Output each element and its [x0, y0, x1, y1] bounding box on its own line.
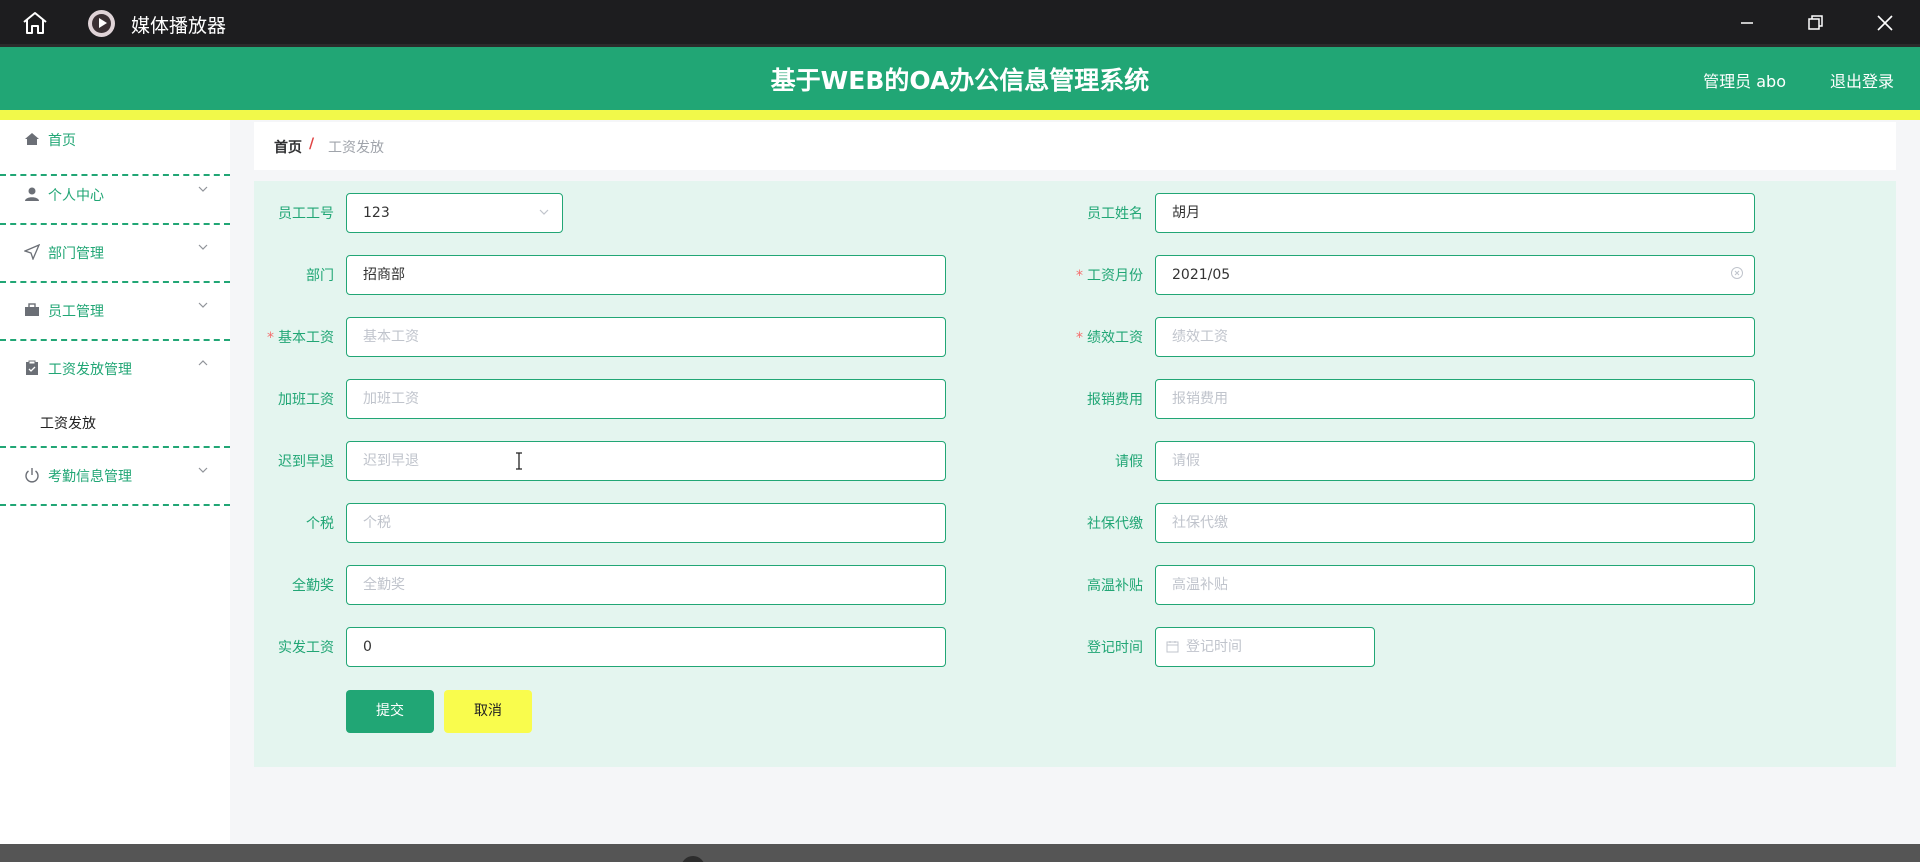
base-salary-field[interactable]: 基本工资	[346, 317, 946, 357]
overtime-pay-field[interactable]: 加班工资	[346, 379, 946, 419]
chevron-up-icon	[198, 360, 208, 366]
leave-label: 请假	[1115, 454, 1143, 470]
close-icon[interactable]	[1870, 10, 1900, 36]
employee-name-field[interactable]: 胡月	[1155, 193, 1755, 233]
sidebar-item-label: 个人中心	[48, 188, 104, 204]
text-cursor-icon	[516, 452, 522, 470]
system-title: 基于WEB的OA办公信息管理系统	[770, 66, 1150, 95]
submit-button[interactable]: 提交	[346, 690, 434, 733]
chevron-down-icon	[198, 467, 208, 473]
income-tax-label: 个税	[306, 516, 334, 532]
minimize-icon[interactable]	[1732, 10, 1762, 36]
reimbursement-field[interactable]: 报销费用	[1155, 379, 1755, 419]
heat-subsidy-field[interactable]: 高温补贴	[1155, 565, 1755, 605]
late-early-field[interactable]: 迟到早退	[346, 441, 946, 481]
calendar-icon	[1166, 641, 1179, 653]
department-field[interactable]: 招商部	[346, 255, 946, 295]
employee-name-label: 员工姓名	[1087, 206, 1143, 222]
sidebar-subitem-salary-distribution[interactable]: 工资发放	[40, 413, 96, 433]
player-bottom-bar	[0, 844, 1920, 862]
chevron-down-icon	[198, 186, 208, 192]
sidebar-item-label: 工资发放管理	[48, 362, 132, 378]
media-player-icon	[88, 10, 115, 37]
salary-month-label: * 工资月份	[1076, 268, 1143, 284]
seek-handle[interactable]	[681, 856, 705, 862]
heat-subsidy-label: 高温补贴	[1087, 578, 1143, 594]
app-title: 媒体播放器	[131, 15, 227, 37]
sidebar-item-label: 首页	[48, 133, 76, 149]
income-tax-field[interactable]: 个税	[346, 503, 946, 543]
sidebar-item-label: 考勤信息管理	[48, 469, 132, 485]
employee-id-label: 员工工号	[278, 206, 334, 222]
restore-icon[interactable]	[1800, 10, 1830, 36]
user-icon	[25, 187, 39, 201]
department-label: 部门	[306, 268, 334, 284]
clipboard-icon	[26, 360, 38, 375]
social-security-label: 社保代缴	[1087, 516, 1143, 532]
sidebar: 首页 个人中心 部门管理 员工管理 工资发放管理 工资发放 考勤信息管理	[0, 120, 230, 844]
header-accent-bar	[0, 110, 1920, 120]
sidebar-item-employee[interactable]: 员工管理	[0, 283, 230, 341]
chevron-down-icon	[198, 302, 208, 308]
send-icon	[24, 244, 40, 260]
sidebar-item-department[interactable]: 部门管理	[0, 225, 230, 283]
attendance-bonus-label: 全勤奖	[292, 578, 334, 594]
register-time-label: 登记时间	[1087, 640, 1143, 656]
chevron-down-icon	[198, 244, 208, 250]
salary-month-picker[interactable]: 2021/05	[1155, 255, 1755, 295]
clear-icon[interactable]	[1730, 266, 1744, 280]
actual-salary-field[interactable]: 0	[346, 627, 946, 667]
briefcase-icon	[25, 303, 39, 316]
sidebar-item-label: 部门管理	[48, 246, 104, 262]
power-icon	[25, 468, 39, 483]
actual-salary-label: 实发工资	[278, 640, 334, 656]
sidebar-item-label: 员工管理	[48, 304, 104, 320]
logout-link[interactable]: 退出登录	[1830, 68, 1894, 92]
attendance-bonus-field[interactable]: 全勤奖	[346, 565, 946, 605]
breadcrumb-separator: /	[309, 136, 315, 152]
social-security-field[interactable]: 社保代缴	[1155, 503, 1755, 543]
performance-salary-field[interactable]: 绩效工资	[1155, 317, 1755, 357]
chevron-down-icon	[539, 209, 549, 215]
employee-id-select[interactable]: 123	[346, 193, 563, 233]
cancel-button[interactable]: 取消	[444, 690, 532, 733]
sidebar-item-salary[interactable]: 工资发放管理	[0, 341, 230, 399]
breadcrumb-current: 工资发放	[328, 140, 384, 156]
window-titlebar: 媒体播放器	[0, 0, 1920, 44]
current-user: 管理员 abo	[1703, 72, 1786, 91]
breadcrumb: 首页 / 工资发放	[254, 122, 1896, 170]
base-salary-label: * 基本工资	[267, 330, 334, 346]
register-time-picker[interactable]: 登记时间	[1155, 627, 1375, 667]
overtime-pay-label: 加班工资	[278, 392, 334, 408]
sidebar-item-personal-center[interactable]: 个人中心	[0, 167, 230, 225]
late-early-label: 迟到早退	[278, 454, 334, 470]
app-header: 基于WEB的OA办公信息管理系统 管理员 abo 退出登录	[0, 44, 1920, 110]
performance-salary-label: * 绩效工资	[1076, 330, 1143, 346]
home-icon[interactable]	[20, 10, 50, 36]
reimbursement-label: 报销费用	[1087, 392, 1143, 408]
home-icon	[25, 133, 39, 145]
sidebar-item-attendance[interactable]: 考勤信息管理	[0, 448, 230, 506]
leave-field[interactable]: 请假	[1155, 441, 1755, 481]
breadcrumb-home[interactable]: 首页	[274, 137, 302, 157]
